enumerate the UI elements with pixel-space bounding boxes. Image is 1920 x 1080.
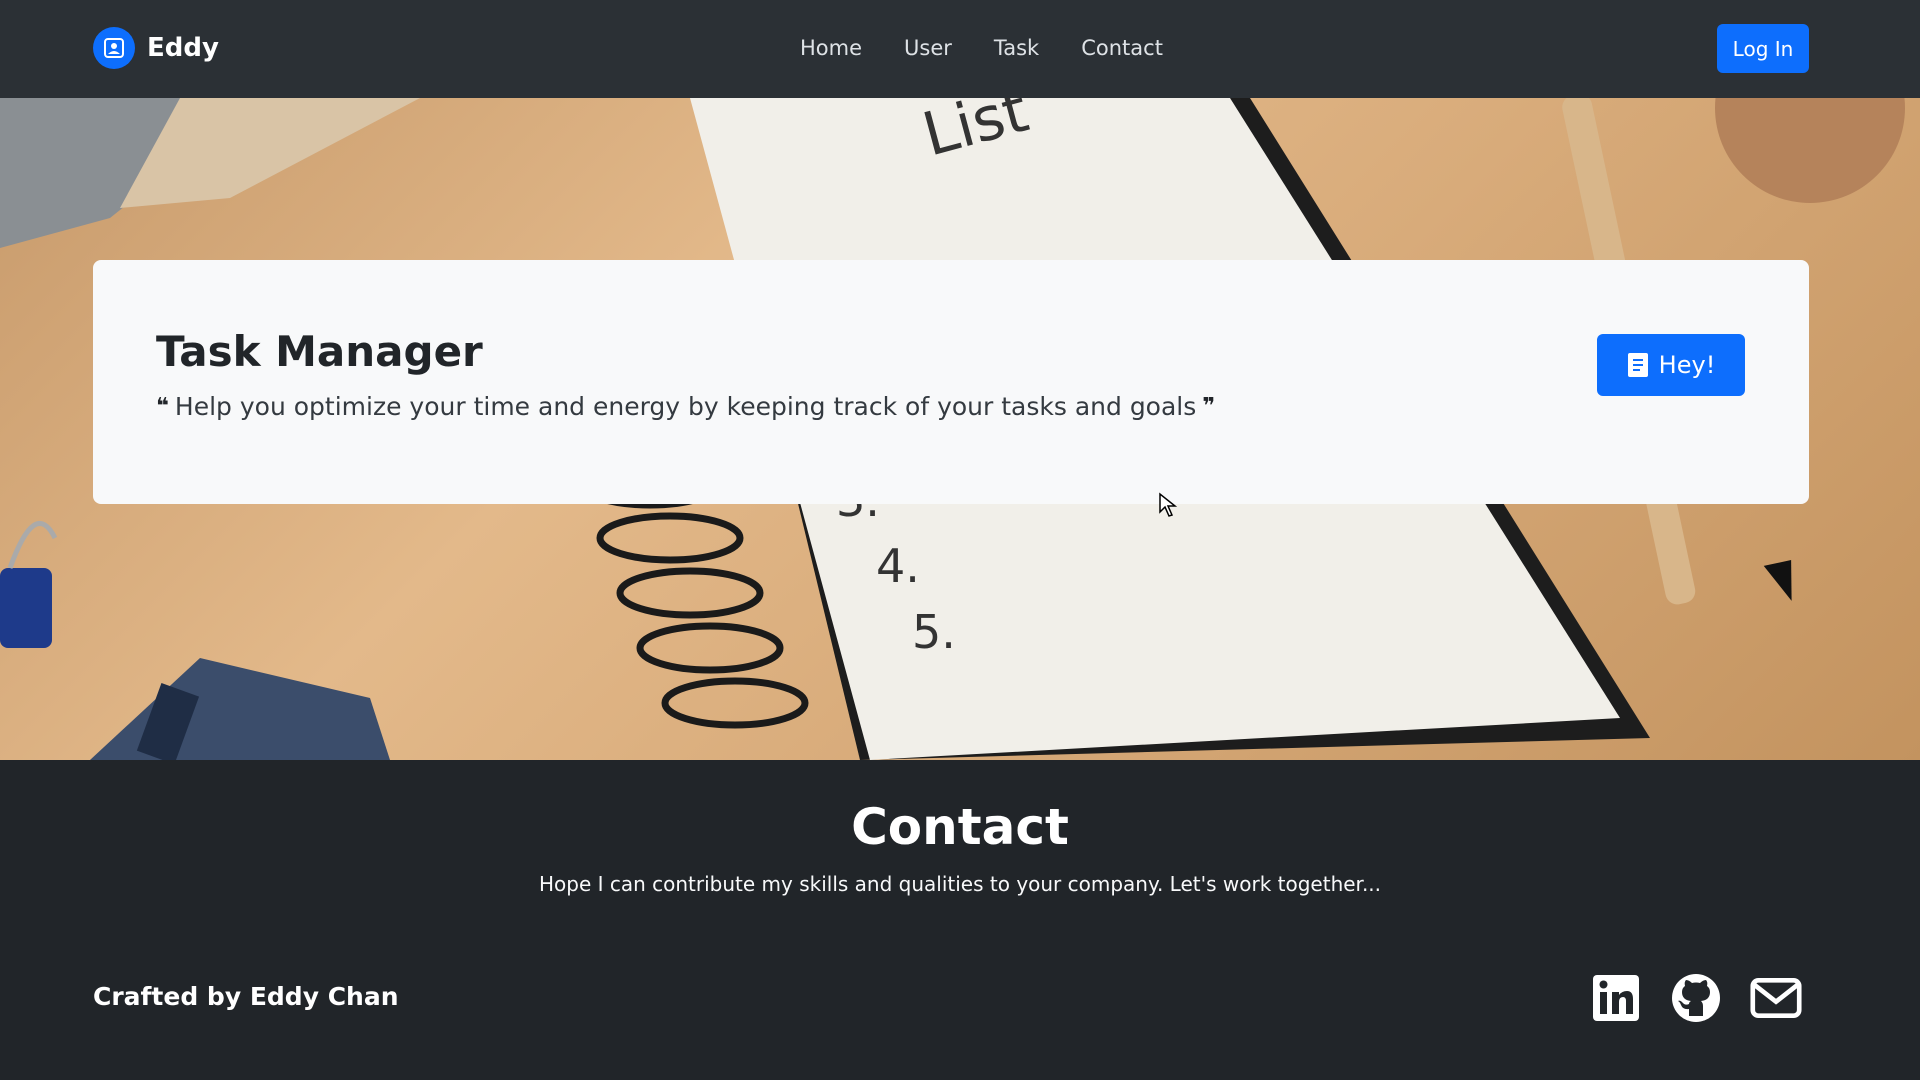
hey-button[interactable]: Hey! [1597,334,1745,396]
navbar: Eddy Home User Task Contact Log In [0,0,1920,98]
user-badge-icon [93,27,135,69]
nav-link-contact[interactable]: Contact [1081,36,1163,60]
footer: Contact Hope I can contribute my skills … [0,760,1920,1080]
brand[interactable]: Eddy [93,27,219,69]
contact-title: Contact [851,798,1069,856]
tagline-text: Help you optimize your time and energy b… [174,392,1197,421]
nav-link-task[interactable]: Task [994,36,1039,60]
nav-links: Home User Task Contact [800,36,1163,60]
contact-text: Hope I can contribute my skills and qual… [538,872,1382,896]
social-links [1590,972,1802,1024]
hero-section: 2. 3. 4. 5. List Task Manager ❝ Help you… [0,98,1920,760]
login-button[interactable]: Log In [1717,24,1809,73]
brand-name: Eddy [147,33,219,63]
page-title: Task Manager [156,327,483,376]
hey-button-label: Hey! [1658,351,1716,379]
linkedin-icon[interactable] [1590,972,1642,1024]
task-manager-card: Task Manager ❝ Help you optimize your ti… [93,260,1809,504]
email-icon[interactable] [1750,972,1802,1024]
nav-link-home[interactable]: Home [800,36,862,60]
mouse-cursor-icon [1159,492,1178,517]
github-icon[interactable] [1670,972,1722,1024]
quote-close-icon: ❞ [1202,394,1216,419]
tagline: ❝ Help you optimize your time and energy… [156,392,1215,421]
notebook-number: 5. [912,605,956,659]
quote-open-icon: ❝ [156,394,169,419]
nav-link-user[interactable]: User [904,36,952,60]
notebook-number: 4. [876,539,920,593]
crafted-by: Crafted by Eddy Chan [93,982,399,1011]
journal-icon [1627,353,1648,377]
